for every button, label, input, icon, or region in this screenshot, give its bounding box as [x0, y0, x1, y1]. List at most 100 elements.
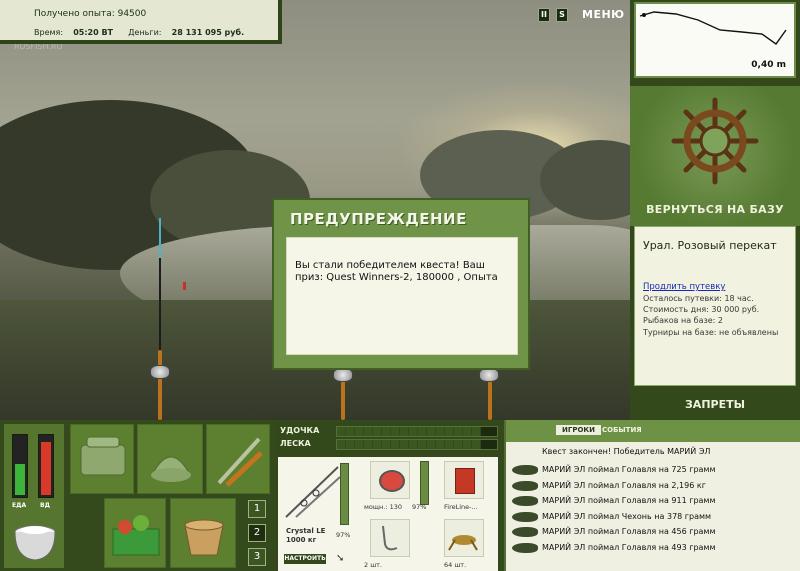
return-to-base-button[interactable]: ВЕРНУТЬСЯ НА БАЗУ: [630, 86, 800, 226]
vodka-meter-fill: [41, 441, 51, 495]
events-panel: ИГРОКИ СОБЫТИЯ Квест закончен! Победител…: [504, 420, 800, 571]
tension-cell: [427, 440, 436, 449]
reel-1: [150, 365, 170, 379]
reel-condition: 97%: [412, 503, 427, 511]
list-item: МАРИЙ ЭЛ поймал Голавля на 493 грамм: [512, 541, 792, 556]
cooking-pot-icon[interactable]: [10, 518, 60, 564]
pause-button[interactable]: II: [538, 8, 550, 22]
rod-condition-bar: [340, 463, 349, 525]
tension-cell: [445, 440, 454, 449]
reel-3: [479, 368, 499, 382]
food-meter: [12, 434, 28, 498]
bucket-icon: [184, 519, 224, 556]
rod-condition: 97%: [336, 531, 351, 539]
fishing-knife-slot[interactable]: [206, 424, 270, 494]
list-item: МАРИЙ ЭЛ поймал Голавля на 725 грамм: [512, 463, 792, 478]
rod-name: Crystal LE: [286, 527, 326, 535]
fishers-count: Рыбаков на базе: 2: [643, 316, 723, 325]
sound-button[interactable]: S: [556, 8, 568, 22]
food-meter-fill: [15, 464, 25, 495]
vodka-meter: [38, 434, 54, 498]
tension-cell: [436, 440, 445, 449]
bait-page-2-button[interactable]: 2: [248, 524, 266, 542]
time-label: Время:: [34, 28, 64, 37]
reel-2: [333, 368, 353, 382]
warning-dialog[interactable]: ПРЕДУПРЕЖДЕНИЕ Вы стали победителем квес…: [272, 198, 530, 370]
tackle-box-slot[interactable]: [70, 424, 134, 494]
line-name: FireLine-...: [444, 503, 478, 511]
float: [183, 282, 186, 290]
tackle-slots: 97% Crystal LE 1000 кг НАСТРОИТЬ ➘ мощн.…: [278, 457, 498, 571]
food-label: ЕДА: [12, 502, 27, 509]
tune-button[interactable]: НАСТРОИТЬ: [284, 554, 326, 564]
list-item: МАРИЙ ЭЛ поймал Голавля на 2,196 кг: [512, 479, 792, 494]
list-item: МАРИЙ ЭЛ поймал Чехонь на 378 грамм: [512, 510, 792, 525]
restrictions-button[interactable]: ЗАПРЕТЫ: [630, 398, 800, 411]
fish-icon: [512, 496, 538, 506]
tournaments-status: Турниры на базе: не объявлены: [643, 328, 779, 337]
tension-cell: [400, 427, 409, 436]
tension-cell: [409, 427, 418, 436]
ship-wheel-icon: [671, 97, 759, 185]
catch-entry-text: МАРИЙ ЭЛ поймал Голавля на 911 грамм: [542, 496, 716, 505]
list-item: МАРИЙ ЭЛ поймал Голавля на 911 грамм: [512, 494, 792, 509]
tackle-box-icon: [80, 436, 126, 476]
tab-players[interactable]: ИГРОКИ: [556, 425, 601, 435]
tension-cell: [337, 440, 346, 449]
reel-condition-bar: [420, 461, 429, 505]
bait-page-3-button[interactable]: 3: [248, 548, 266, 566]
fish-icon: [512, 542, 538, 553]
tension-cell: [472, 427, 481, 436]
bait-count: 64 шт.: [444, 561, 467, 569]
rod-tension-bar: [336, 426, 498, 437]
tension-cell: [454, 427, 463, 436]
line-label: ЛЕСКА: [280, 439, 311, 448]
day-cost: Стоимость дня: 30 000 руб.: [643, 305, 760, 314]
tension-cell: [400, 440, 409, 449]
status-meters: ЕДА ВД: [4, 424, 64, 568]
tension-cell: [364, 440, 373, 449]
rod-1[interactable]: [158, 350, 162, 420]
depth-value: 0,40 m: [751, 60, 786, 70]
player-info: Получено опыта: 94500 Время: 05:20 ВТ Де…: [0, 0, 282, 44]
catch-entry-text: МАРИЙ ЭЛ поймал Голавля на 725 грамм: [542, 465, 716, 474]
line-slot[interactable]: [444, 461, 484, 499]
tension-cell: [409, 440, 418, 449]
tension-cell: [445, 427, 454, 436]
rod-reel-icon[interactable]: [282, 463, 342, 521]
rod-label: УДОЧКА: [280, 426, 320, 435]
bag-slot[interactable]: [137, 424, 203, 494]
tension-cell: [382, 427, 391, 436]
reel-slot[interactable]: [370, 461, 410, 499]
depth-meter: 0,40 m: [634, 2, 796, 78]
tension-cell: [382, 440, 391, 449]
experience-text: Получено опыта: 94500: [34, 9, 147, 19]
bucket-slot[interactable]: [170, 498, 236, 568]
arrow-down-icon: ➘: [336, 553, 345, 564]
bait-slot[interactable]: [444, 519, 484, 557]
catch-entry-text: МАРИЙ ЭЛ поймал Голавля на 2,196 кг: [542, 480, 706, 490]
money-label: Деньги:: [128, 28, 162, 37]
fish-icon: [512, 511, 538, 522]
reel-icon: [379, 470, 405, 492]
rod-tip-accent: [159, 218, 161, 258]
tension-cell: [391, 440, 400, 449]
catch-entry-text: МАРИЙ ЭЛ поймал Голавля на 493 грамм: [542, 542, 716, 552]
fish-icon: [512, 527, 538, 537]
catch-entry-text: МАРИЙ ЭЛ поймал Голавля на 456 грамм: [542, 527, 716, 536]
pause-label: II: [541, 10, 547, 19]
bait-page-1-button[interactable]: 1: [248, 500, 266, 518]
tab-events[interactable]: СОБЫТИЯ: [602, 426, 642, 434]
tension-cell: [427, 427, 436, 436]
tension-cell: [364, 427, 373, 436]
hook-slot[interactable]: [370, 519, 410, 557]
dialog-title: ПРЕДУПРЕЖДЕНИЕ: [290, 210, 467, 228]
food-basket-slot[interactable]: [104, 498, 166, 568]
extend-permit-link[interactable]: Продлить путевку: [643, 282, 725, 292]
tension-cell: [355, 440, 364, 449]
tension-cell: [391, 427, 400, 436]
quest-result-text: Квест закончен! Победитель МАРИЙ ЭЛ: [542, 447, 711, 456]
list-item: МАРИЙ ЭЛ поймал Голавля на 456 грамм: [512, 525, 792, 540]
menu-button[interactable]: МЕНЮ: [582, 8, 625, 21]
tension-cell: [463, 427, 472, 436]
